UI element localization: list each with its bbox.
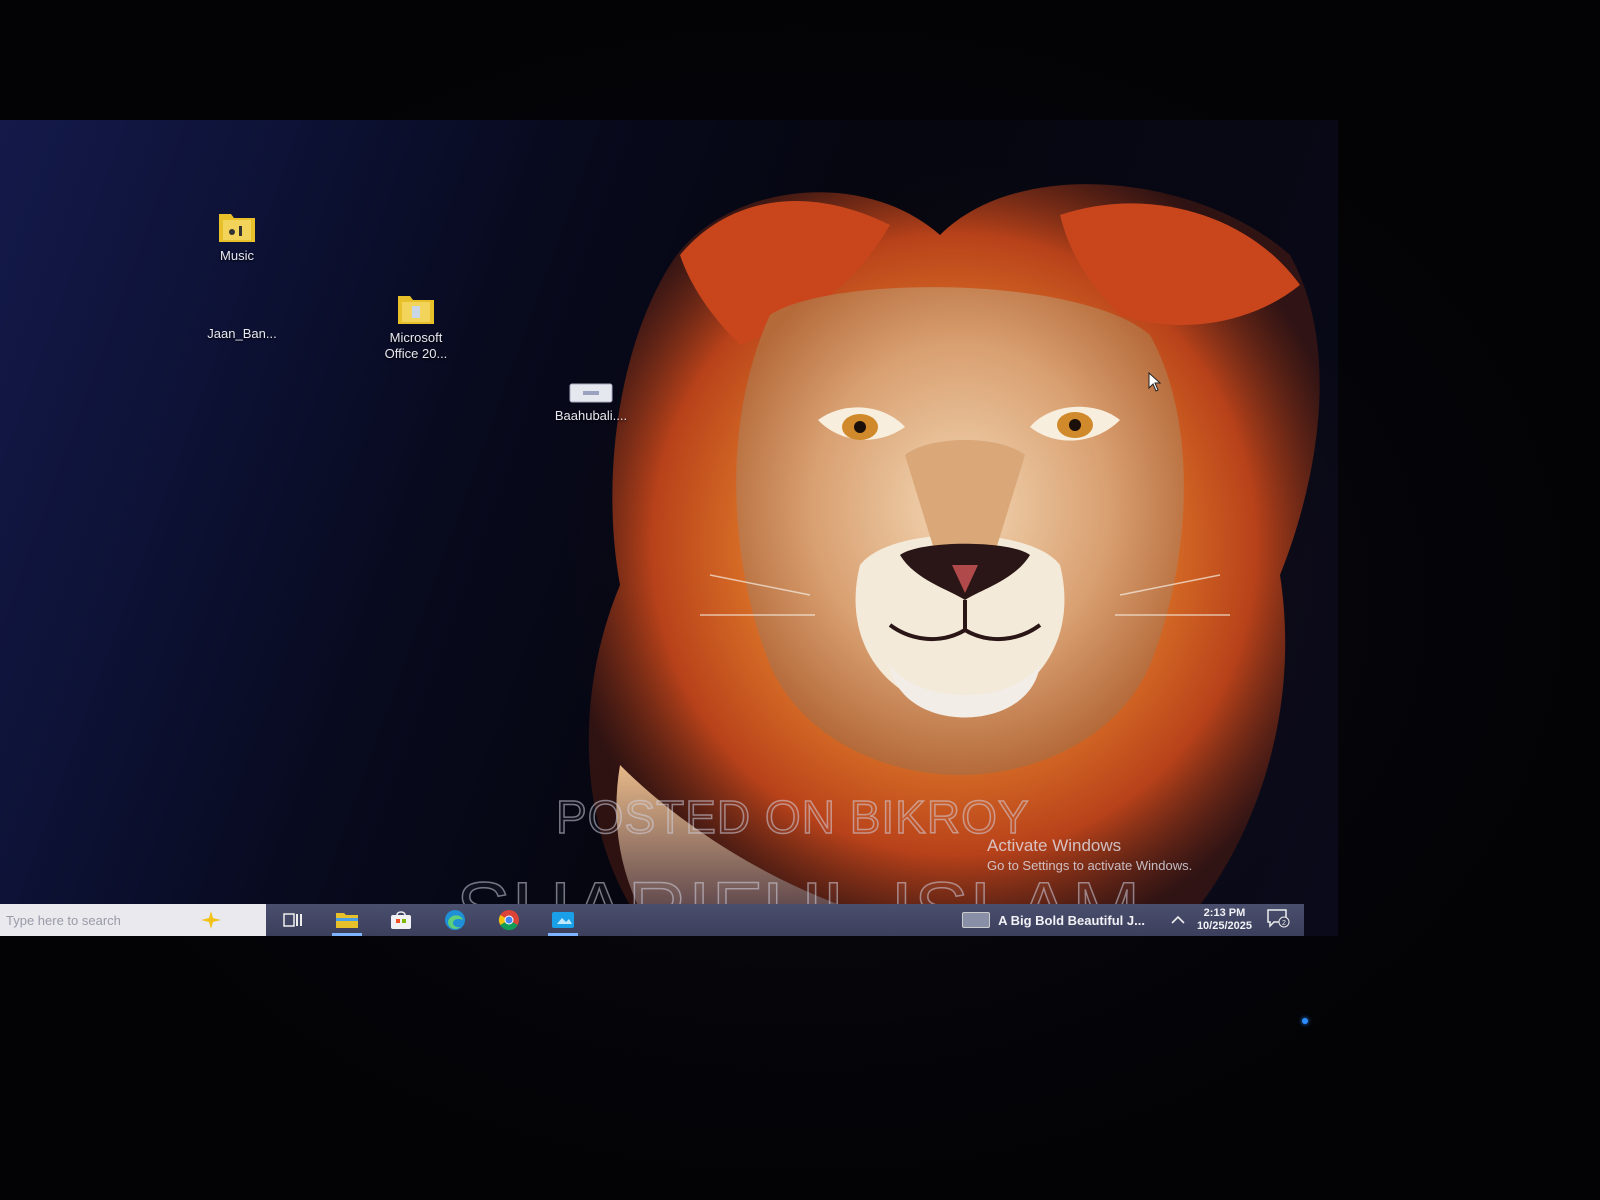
folder-icon: [336, 913, 358, 928]
edge-icon: [445, 910, 465, 930]
desktop-icon-music[interactable]: Music: [182, 208, 292, 264]
file-explorer-button[interactable]: [320, 904, 374, 936]
store-button[interactable]: [374, 904, 428, 936]
photos-icon: [552, 912, 574, 928]
task-view-icon: [283, 913, 302, 927]
news-widget[interactable]: A Big Bold Beautiful J...: [962, 912, 1145, 928]
desktop-icon-label: Baahubali....: [554, 408, 628, 423]
notification-icon: 2: [1267, 908, 1290, 928]
desktop-icon-label-line1: Microsoft: [389, 330, 443, 345]
desktop-icon-label-line2: Office 20...: [384, 346, 448, 361]
desktop-icon-microsoft-office[interactable]: Microsoft Office 20...: [361, 290, 471, 362]
chrome-icon: [498, 910, 519, 931]
store-icon: [391, 911, 411, 929]
photos-button[interactable]: [536, 904, 590, 936]
video-file-icon: [569, 383, 613, 403]
clock-date: 10/25/2025: [1196, 920, 1252, 932]
task-view-button[interactable]: [266, 904, 320, 936]
taskbar: Type here to search A Big Bold Beautiful…: [0, 904, 1304, 936]
desktop-icon-baahubali[interactable]: Baahubali....: [536, 382, 646, 424]
desktop-icon-label: Music: [220, 248, 254, 263]
activate-subtitle: Go to Settings to activate Windows.: [987, 858, 1193, 873]
chevron-up-icon[interactable]: [1171, 915, 1185, 925]
desktop-icon-label: Jaan_Ban...: [207, 326, 277, 341]
notification-button[interactable]: 2: [1266, 908, 1290, 933]
chrome-button[interactable]: [482, 904, 536, 936]
system-tray: A Big Bold Beautiful J... 2:13 PM 10/25/…: [962, 904, 1304, 936]
search-placeholder: Type here to search: [6, 912, 121, 928]
desktop-screen: Music Jaan_Ban... Microsoft Office 20...…: [0, 120, 1338, 936]
mouse-cursor-icon: [1148, 372, 1162, 392]
news-thumbnail-icon: [962, 912, 991, 928]
activate-windows-notice: Activate Windows Go to Settings to activ…: [987, 836, 1192, 873]
news-headline: A Big Bold Beautiful J...: [998, 912, 1145, 928]
watermark-posted: POSTED ON BIKROY: [555, 790, 1030, 844]
music-folder-icon: [219, 214, 255, 242]
notification-count: 2: [1282, 920, 1286, 927]
clock[interactable]: 2:13 PM 10/25/2025: [1197, 907, 1252, 933]
desktop-icon-jaan-ban[interactable]: Jaan_Ban...: [187, 322, 297, 342]
search-input[interactable]: Type here to search: [0, 904, 266, 936]
edge-button[interactable]: [428, 904, 482, 936]
clock-time: 2:13 PM: [1203, 907, 1246, 919]
search-highlight-icon: [201, 911, 221, 929]
folder-icon: [398, 296, 434, 324]
power-indicator-light: [1302, 1018, 1308, 1024]
activate-title: Activate Windows: [987, 836, 1122, 855]
